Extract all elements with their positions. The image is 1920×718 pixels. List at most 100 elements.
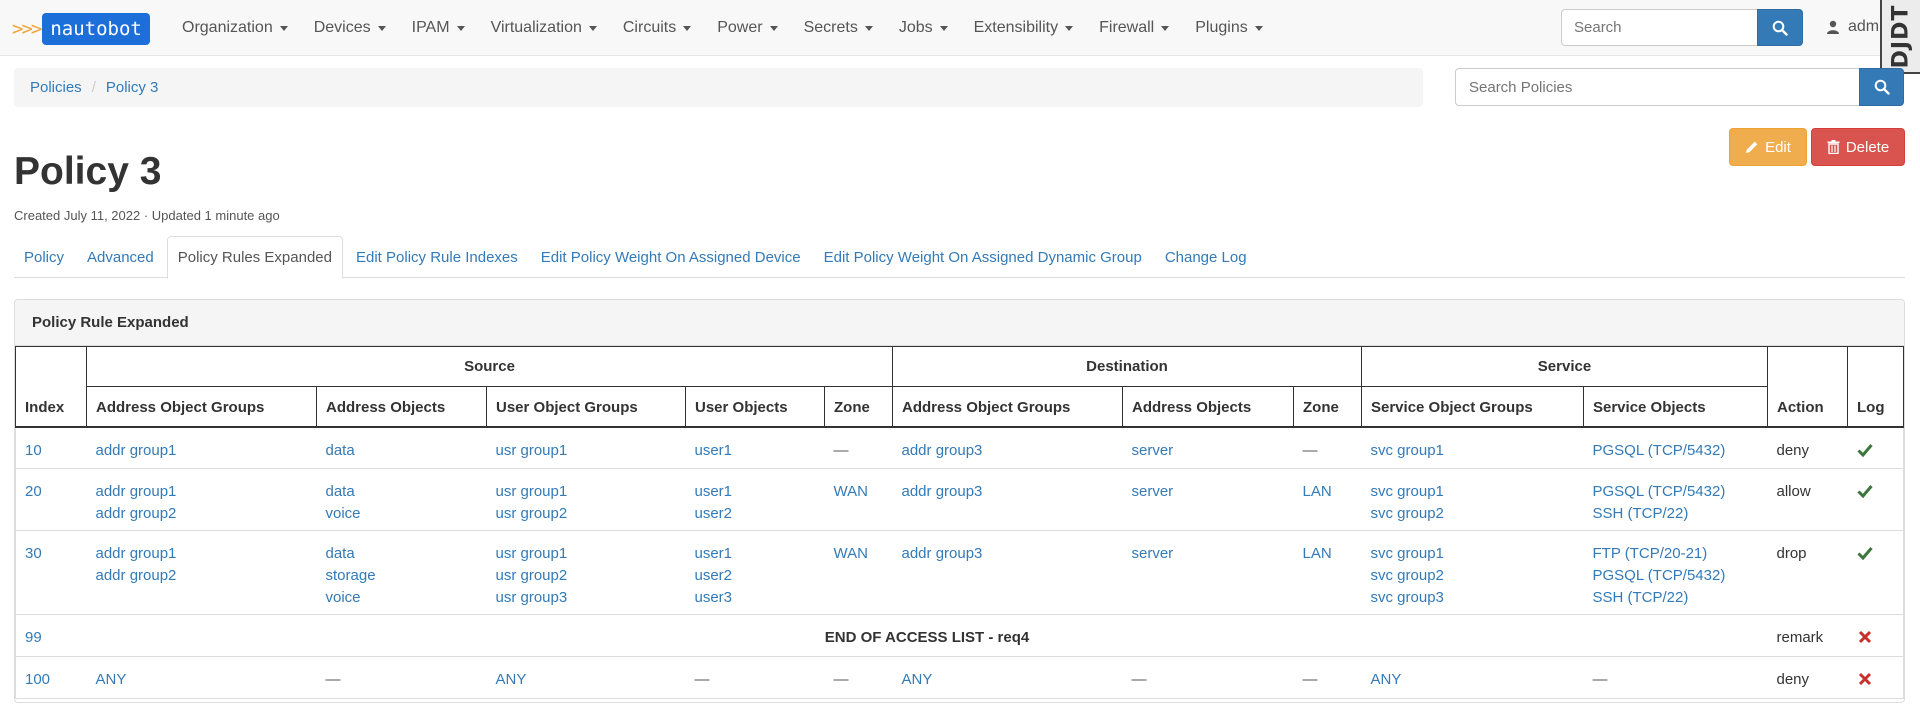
src-user-objects-link[interactable]: user3 [695,587,816,609]
global-search-button[interactable] [1757,9,1803,46]
tab-change-log[interactable]: Change Log [1155,236,1257,278]
cell-src-user-groups: ANY [486,656,686,699]
src-zone-link[interactable]: WAN [834,543,884,565]
svc-objects-link[interactable]: SSH (TCP/22) [1593,587,1759,609]
brand-logo[interactable]: >>> nautobot [12,12,150,46]
col-src-zone: Zone [824,386,893,428]
svc-objects-link[interactable]: FTP (TCP/20-21) [1593,543,1759,565]
src-addr-objects-link[interactable]: data [326,440,478,462]
dst-addr-objects-link[interactable]: server [1132,440,1285,462]
svc-groups-link[interactable]: svc group1 [1371,543,1575,565]
src-addr-groups-link[interactable]: addr group1 [96,440,308,462]
tab-edit-policy-rule-indexes[interactable]: Edit Policy Rule Indexes [346,236,528,278]
search-policies-button[interactable] [1859,68,1904,106]
nav-menu-virtualization[interactable]: Virtualization [491,19,597,37]
destination-group-header: Destination [892,346,1362,387]
cell-dst-addr-groups: ANY [892,656,1123,699]
src-user-groups-link[interactable]: usr group3 [496,587,677,609]
src-user-objects-link[interactable]: user1 [695,440,816,462]
src-user-objects-link[interactable]: user2 [695,503,816,525]
src-addr-objects-link[interactable]: voice [326,587,478,609]
src-user-groups-link[interactable]: usr group1 [496,543,677,565]
svc-groups-link[interactable]: svc group1 [1371,440,1575,462]
src-user-groups-link[interactable]: ANY [496,669,677,691]
src-addr-objects-link[interactable]: data [326,543,478,565]
dst-addr-groups-link[interactable]: addr group3 [902,440,1114,462]
breadcrumb-policies[interactable]: Policies [30,79,82,96]
src-user-groups-link[interactable]: usr group1 [496,440,677,462]
src-user-groups-link[interactable]: usr group1 [496,481,677,503]
svc-groups-link[interactable]: svc group1 [1371,481,1575,503]
nav-menu-ipam[interactable]: IPAM [412,19,465,37]
rule-index-link[interactable]: 100 [25,671,50,688]
col-dst-zone: Zone [1293,386,1362,428]
nav-menu-organization[interactable]: Organization [182,19,288,37]
nav-menu-secrets[interactable]: Secrets [804,19,873,37]
user-menu[interactable]: adm [1826,18,1879,36]
dst-zone-link[interactable]: LAN [1303,543,1353,565]
debug-toolbar-handle[interactable]: DJDT [1880,0,1920,74]
svc-objects-link[interactable]: PGSQL (TCP/5432) [1593,565,1759,587]
src-user-objects-link[interactable]: user1 [695,543,816,565]
cell-src-user-objects: user1 [685,426,825,469]
src-addr-objects-link[interactable]: storage [326,565,478,587]
delete-button[interactable]: Delete [1811,128,1905,166]
rule-index-link[interactable]: 20 [25,483,42,500]
dst-addr-objects-link[interactable]: server [1132,481,1285,503]
src-addr-objects-link[interactable]: data [326,481,478,503]
nav-menu-devices[interactable]: Devices [314,19,386,37]
svc-objects-link[interactable]: PGSQL (TCP/5432) [1593,440,1759,462]
src-addr-groups-link[interactable]: ANY [96,669,308,691]
edit-button[interactable]: Edit [1729,128,1807,166]
src-addr-groups-link[interactable]: addr group1 [96,543,308,565]
nav-menu-plugins[interactable]: Plugins [1195,19,1263,37]
src-zone-link[interactable]: WAN [834,481,884,503]
search-policies-input[interactable] [1455,68,1859,106]
cell-svc-groups: svc group1 svc group2 [1361,468,1584,531]
src-addr-objects-link[interactable]: voice [326,503,478,525]
caret-down-icon [279,25,288,31]
rule-index-link[interactable]: 30 [25,545,42,562]
src-addr-groups-link[interactable]: addr group2 [96,565,308,587]
group-header-row: Source Destination Service [15,346,1904,387]
panel-title: Policy Rule Expanded [15,300,1904,346]
dst-addr-groups-link[interactable]: addr group3 [902,481,1114,503]
nav-menu-jobs[interactable]: Jobs [899,19,948,37]
nav-menu-extensibility[interactable]: Extensibility [974,19,1074,37]
svc-groups-link[interactable]: svc group2 [1371,503,1575,525]
src-addr-groups-link[interactable]: addr group2 [96,503,308,525]
nav-menu-firewall[interactable]: Firewall [1099,19,1170,37]
col-dst-address-groups: Address Object Groups [892,386,1123,428]
cell-index: 20 [15,468,87,531]
empty-value: — [1592,671,1608,688]
tab-policy[interactable]: Policy [14,236,74,278]
dst-addr-objects-link[interactable]: server [1132,543,1285,565]
tab-edit-policy-weight-on-assigned-dynamic-group[interactable]: Edit Policy Weight On Assigned Dynamic G… [814,236,1152,278]
tab-advanced[interactable]: Advanced [77,236,164,278]
svc-objects-link[interactable]: PGSQL (TCP/5432) [1593,481,1759,503]
src-addr-groups-link[interactable]: addr group1 [96,481,308,503]
svc-groups-link[interactable]: svc group2 [1371,565,1575,587]
rule-index-link[interactable]: 99 [25,629,42,646]
svc-groups-link[interactable]: svc group3 [1371,587,1575,609]
global-search-input[interactable] [1561,9,1757,46]
dst-addr-groups-link[interactable]: ANY [902,669,1114,691]
breadcrumb-current[interactable]: Policy 3 [106,79,159,96]
dst-addr-groups-link[interactable]: addr group3 [902,543,1114,565]
nav-menu-power[interactable]: Power [717,19,778,37]
nav-menu-circuits[interactable]: Circuits [623,19,692,37]
src-user-groups-link[interactable]: usr group2 [496,565,677,587]
table-row: 30 addr group1 addr group2 data storage voice… [15,530,1904,615]
cell-svc-objects: PGSQL (TCP/5432) [1583,426,1768,469]
src-user-objects-link[interactable]: user2 [695,565,816,587]
dst-zone-link[interactable]: LAN [1303,481,1353,503]
cell-src-zone: — [824,426,893,469]
svc-objects-link[interactable]: SSH (TCP/22) [1593,503,1759,525]
src-user-groups-link[interactable]: usr group2 [496,503,677,525]
svc-groups-link[interactable]: ANY [1371,669,1575,691]
src-user-objects-link[interactable]: user1 [695,481,816,503]
tab-policy-rules-expanded[interactable]: Policy Rules Expanded [166,236,343,279]
tab-edit-policy-weight-on-assigned-device[interactable]: Edit Policy Weight On Assigned Device [531,236,811,278]
caret-down-icon [456,25,465,31]
rule-index-link[interactable]: 10 [25,442,42,459]
